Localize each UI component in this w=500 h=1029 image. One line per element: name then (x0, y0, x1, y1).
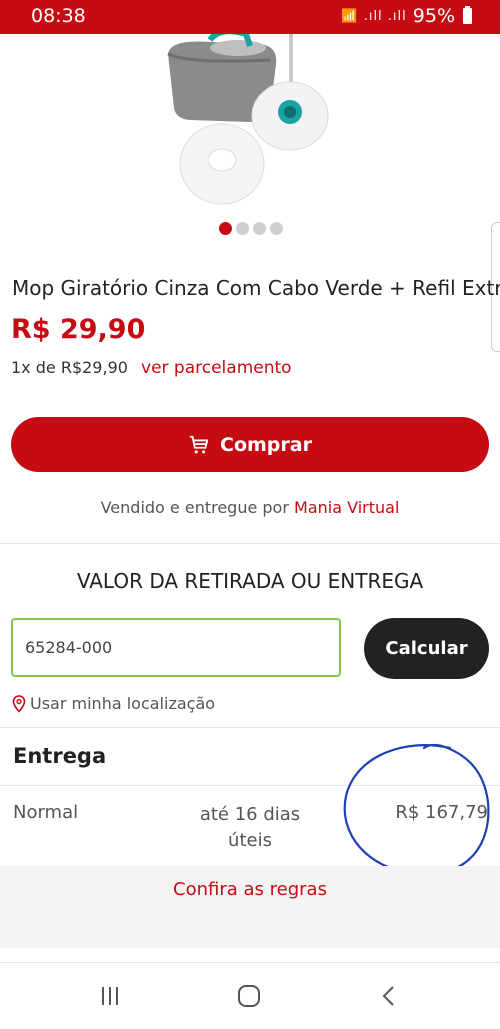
product-image[interactable] (150, 34, 350, 214)
divider (0, 727, 500, 728)
shipping-section-title: VALOR DA RETIRADA OU ENTREGA (76, 569, 424, 593)
recent-apps-icon[interactable] (95, 981, 125, 1011)
status-bar: 08:38 📶 .ıll .ıll 95% (0, 0, 500, 34)
use-location-link[interactable]: Usar minha localização (12, 694, 215, 713)
system-navigation-bar (0, 962, 500, 1029)
rules-link[interactable]: Confira as regras (0, 879, 500, 900)
calculate-button[interactable]: Calcular (364, 618, 489, 679)
seller-info: Vendido e entregue por Mania Virtual (0, 498, 500, 517)
status-indicators: 📶 .ıll .ıll 95% (341, 5, 472, 27)
carousel-dot[interactable] (236, 222, 249, 235)
product-title: Mop Giratório Cinza Com Cabo Verde + Ref… (12, 276, 500, 300)
product-price: R$ 29,90 (11, 314, 146, 345)
battery-icon (463, 6, 472, 24)
delivery-option-time: até 16 dias úteis (199, 804, 301, 851)
carousel-dot[interactable] (253, 222, 266, 235)
back-icon[interactable] (374, 981, 404, 1011)
installments-text: 1x de R$29,90 (11, 358, 128, 377)
carousel-dot-active[interactable] (219, 222, 232, 235)
cart-icon (189, 435, 209, 453)
delivery-option-name: Normal (13, 802, 79, 823)
buy-button-label: Comprar (220, 433, 312, 456)
divider (0, 785, 500, 786)
seller-name-link[interactable]: Mania Virtual (294, 498, 399, 517)
status-time: 08:38 (31, 5, 86, 27)
divider (0, 543, 500, 544)
seller-prefix: Vendido e entregue por (100, 498, 289, 517)
delivery-option-price: R$ 167,79 (395, 802, 488, 823)
carousel-dot[interactable] (270, 222, 283, 235)
use-location-label: Usar minha localização (30, 694, 216, 713)
image-carousel-dots (219, 222, 283, 235)
location-pin-icon (12, 694, 26, 713)
signal-icon: 📶 .ıll .ıll (341, 8, 407, 24)
battery-level: 95% (412, 5, 455, 27)
buy-button[interactable]: Comprar (11, 417, 489, 472)
cep-input[interactable] (11, 618, 341, 677)
installments-info: 1x de R$29,90 ver parcelamento (11, 358, 292, 378)
home-icon[interactable] (234, 981, 264, 1011)
installments-link[interactable]: ver parcelamento (141, 358, 292, 378)
delivery-title: Entrega (13, 744, 107, 768)
